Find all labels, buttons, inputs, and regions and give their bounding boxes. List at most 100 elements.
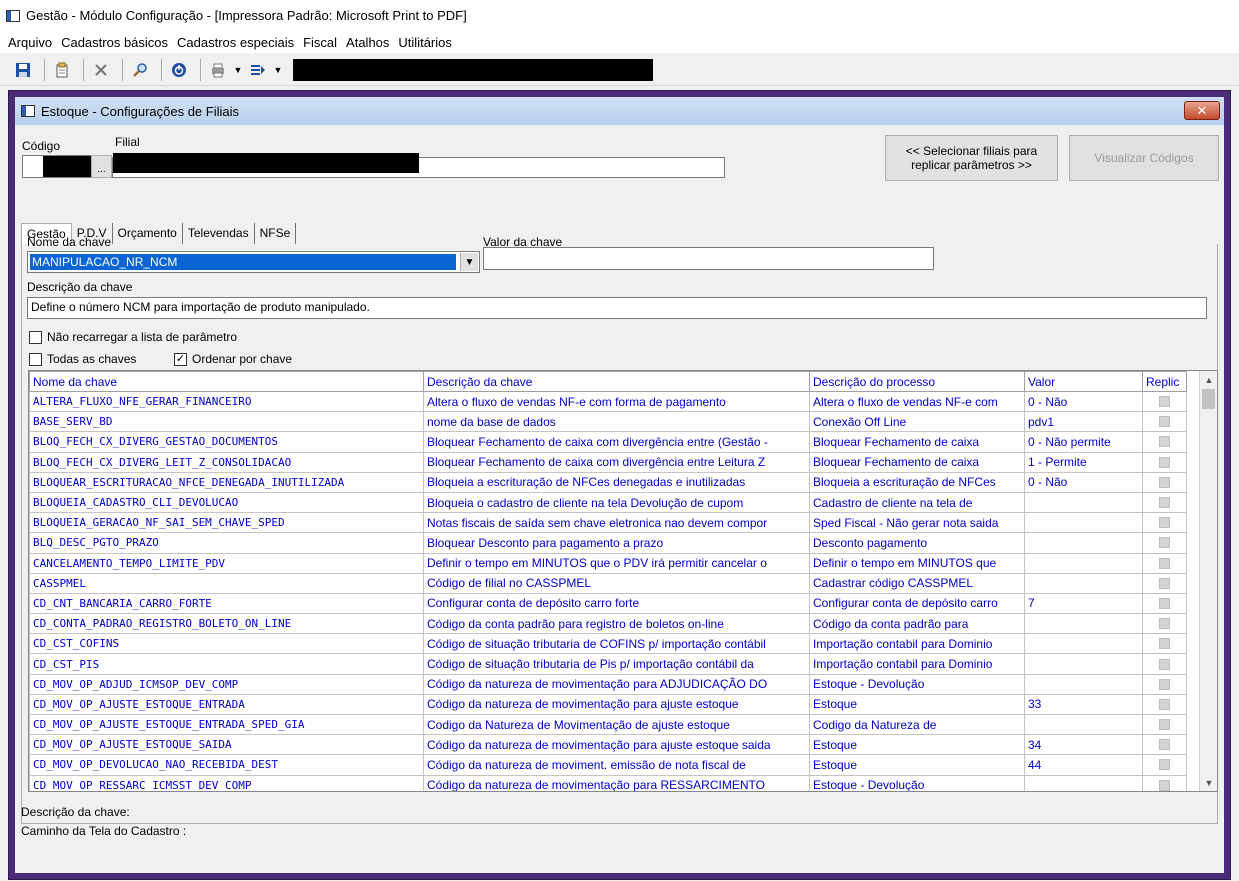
menu-cadastros-especiais[interactable]: Cadastros especiais [177,35,294,50]
column-header-key-name[interactable]: Nome da chave [29,371,424,392]
replicate-parameters-button[interactable]: << Selecionar filiais para replicar parâ… [885,135,1058,181]
cell-key-name[interactable]: BLOQ_FECH_CX_DIVERG_LEIT_Z_CONSOLIDACAO [29,451,424,473]
replicate-checkbox[interactable] [1159,739,1170,751]
cell-process-description[interactable]: Codigo da Natureza de [809,713,1025,736]
cell-process-description[interactable]: Estoque - Devolução [809,673,1025,695]
key-name-select[interactable]: MANIPULACAO_NR_NCM ▼ [27,251,480,273]
tab-televendas[interactable]: Televendas [183,223,255,244]
table-row[interactable]: CD_MOV_OP_DEVOLUCAO_NAO_RECEBIDA_DEST Cód… [29,754,1187,776]
menu-arquivo[interactable]: Arquivo [8,35,52,50]
no-reload-checkbox[interactable]: Não recarregar a lista de parâmetro [29,330,237,344]
cell-process-description[interactable]: Estoque [809,754,1025,776]
cell-key-name[interactable]: CD_CNT_BANCARIA_CARRO_FORTE [29,592,424,615]
cell-key-description[interactable]: Bloqueia o cadastro de cliente na tela D… [423,491,810,514]
all-keys-checkbox-box[interactable] [29,352,42,366]
cell-replicate[interactable] [1142,693,1187,716]
cell-key-description[interactable]: Definir o tempo em MINUTOS que o PDV irá… [423,552,810,574]
menu-utilitarios[interactable]: Utilitários [398,35,451,50]
cell-process-description[interactable]: Estoque [809,734,1025,756]
column-header-key-description[interactable]: Descrição da chave [423,371,810,392]
cell-process-description[interactable]: Importação contabil para Dominio [809,633,1025,655]
replicate-checkbox[interactable] [1159,436,1170,448]
cell-key-name[interactable]: ALTERA_FLUXO_NFE_GERAR_FINANCEIRO [29,390,424,413]
table-row[interactable]: BASE_SERV_BD nome da base de dados Conexão… [29,411,1187,433]
key-description-input[interactable]: Define o número NCM para importação de p… [27,297,1207,319]
cell-key-description[interactable]: Código da natureza de movimentação para … [423,734,810,756]
menu-cadastros-basicos[interactable]: Cadastros básicos [61,35,168,50]
cell-replicate[interactable] [1142,673,1187,695]
cell-key-description[interactable]: Código da natureza de movimentação para … [423,673,810,695]
column-header-value[interactable]: Valor [1024,371,1143,392]
cell-replicate[interactable] [1142,653,1187,675]
cell-key-description[interactable]: nome da base de dados [423,411,810,433]
table-row[interactable]: CD_CST_COFINS Código de situação tributar… [29,633,1187,655]
replicate-checkbox[interactable] [1159,577,1170,589]
replicate-checkbox[interactable] [1159,476,1170,488]
cell-process-description[interactable]: Desconto pagamento [809,532,1025,554]
cell-key-name[interactable]: CD_MOV_OP_AJUSTE_ESTOQUE_ENTRADA_SPED_GI… [29,713,424,736]
cell-key-name[interactable]: BLOQ_FECH_CX_DIVERG_GESTAO_DOCUMENTOS [29,431,424,453]
table-row[interactable]: ALTERA_FLUXO_NFE_GERAR_FINANCEIRO Altera … [29,390,1187,413]
cell-key-description[interactable]: Notas fiscais de saída sem chave eletron… [423,512,810,534]
table-row[interactable]: CANCELAMENTO_TEMPO_LIMITE_PDV Definir o t… [29,552,1187,574]
cell-key-description[interactable]: Código da natureza de movimentação para … [423,693,810,716]
replicate-checkbox[interactable] [1159,497,1170,509]
sort-by-key-checkbox[interactable]: ✓ Ordenar por chave [174,352,292,366]
cell-replicate[interactable] [1142,774,1187,791]
cell-process-description[interactable]: Configurar conta de depósito carro [809,592,1025,615]
cell-process-description[interactable]: Cadastro de cliente na tela de [809,491,1025,514]
cell-process-description[interactable]: Definir o tempo em MINUTOS que [809,552,1025,574]
cell-replicate[interactable] [1142,572,1187,594]
grid-vertical-scrollbar[interactable]: ▲ ▼ [1199,371,1217,791]
search-icon[interactable] [129,59,151,81]
save-icon[interactable] [12,59,34,81]
scroll-down-icon[interactable]: ▼ [1200,774,1217,791]
cell-process-description[interactable]: Bloquear Fechamento de caixa [809,451,1025,473]
cell-key-name[interactable]: CD_MOV_OP_RESSARC_ICMSST_DEV_COMP [29,774,424,791]
replicate-checkbox[interactable] [1159,698,1170,710]
cell-replicate[interactable] [1142,431,1187,453]
cell-replicate[interactable] [1142,532,1187,554]
cell-key-name[interactable]: CASSPMEL [29,572,424,594]
cell-replicate[interactable] [1142,552,1187,574]
cell-key-description[interactable]: Código da conta padrão para registro de … [423,613,810,635]
no-reload-checkbox-box[interactable] [29,330,42,344]
cell-key-description[interactable]: Codigo da Natureza de Movimentação de aj… [423,713,810,736]
chevron-down-icon[interactable]: ▼ [460,253,478,271]
print-icon[interactable] [207,59,229,81]
cell-value[interactable]: 0 - Não permite [1024,431,1143,453]
cell-replicate[interactable] [1142,411,1187,433]
cell-value[interactable] [1024,552,1143,574]
replicate-checkbox[interactable] [1159,396,1170,408]
cell-value[interactable]: 0 - Não [1024,390,1143,413]
cell-key-name[interactable]: BASE_SERV_BD [29,411,424,433]
cell-key-description[interactable]: Código da natureza de movimentação para … [423,774,810,791]
export-dropdown-arrow-icon[interactable]: ▼ [273,59,283,81]
replicate-checkbox[interactable] [1159,557,1170,569]
cell-process-description[interactable]: Cadastrar código CASSPMEL [809,572,1025,594]
table-row[interactable]: BLOQUEIA_CADASTRO_CLI_DEVOLUCAO Bloqueia … [29,491,1187,514]
table-row[interactable]: BLQ_DESC_PGTO_PRAZO Bloquear Desconto par… [29,532,1187,554]
cell-key-description[interactable]: Código de filial no CASSPMEL [423,572,810,594]
cell-value[interactable] [1024,491,1143,514]
parameters-grid[interactable]: Nome da chave Descrição da chave Descriç… [28,370,1218,792]
replicate-checkbox[interactable] [1159,517,1170,529]
table-row[interactable]: CD_CONTA_PADRAO_REGISTRO_BOLETO_ON_LINE C… [29,613,1187,635]
key-value-input[interactable] [483,247,934,270]
cell-value[interactable] [1024,653,1143,675]
export-icon[interactable] [247,59,269,81]
table-row[interactable]: CD_MOV_OP_RESSARC_ICMSST_DEV_COMP Código … [29,774,1187,791]
cell-key-description[interactable]: Bloquear Fechamento de caixa com divergê… [423,451,810,473]
cell-replicate[interactable] [1142,390,1187,413]
replicate-checkbox[interactable] [1159,638,1170,650]
cell-key-name[interactable]: CD_MOV_OP_ADJUD_ICMSOP_DEV_COMP [29,673,424,695]
cell-process-description[interactable]: Sped Fiscal - Não gerar nota saida [809,512,1025,534]
cell-key-description[interactable]: Bloquear Desconto para pagamento a prazo [423,532,810,554]
cell-process-description[interactable]: Altera o fluxo de vendas NF-e com [809,390,1025,413]
delete-icon[interactable] [90,59,112,81]
cell-key-name[interactable]: CD_CST_PIS [29,653,424,675]
cell-replicate[interactable] [1142,713,1187,736]
cell-key-name[interactable]: CANCELAMENTO_TEMPO_LIMITE_PDV [29,552,424,574]
table-row[interactable]: BLOQ_FECH_CX_DIVERG_LEIT_Z_CONSOLIDACAO B… [29,451,1187,473]
cell-key-name[interactable]: CD_CONTA_PADRAO_REGISTRO_BOLETO_ON_LINE [29,613,424,635]
